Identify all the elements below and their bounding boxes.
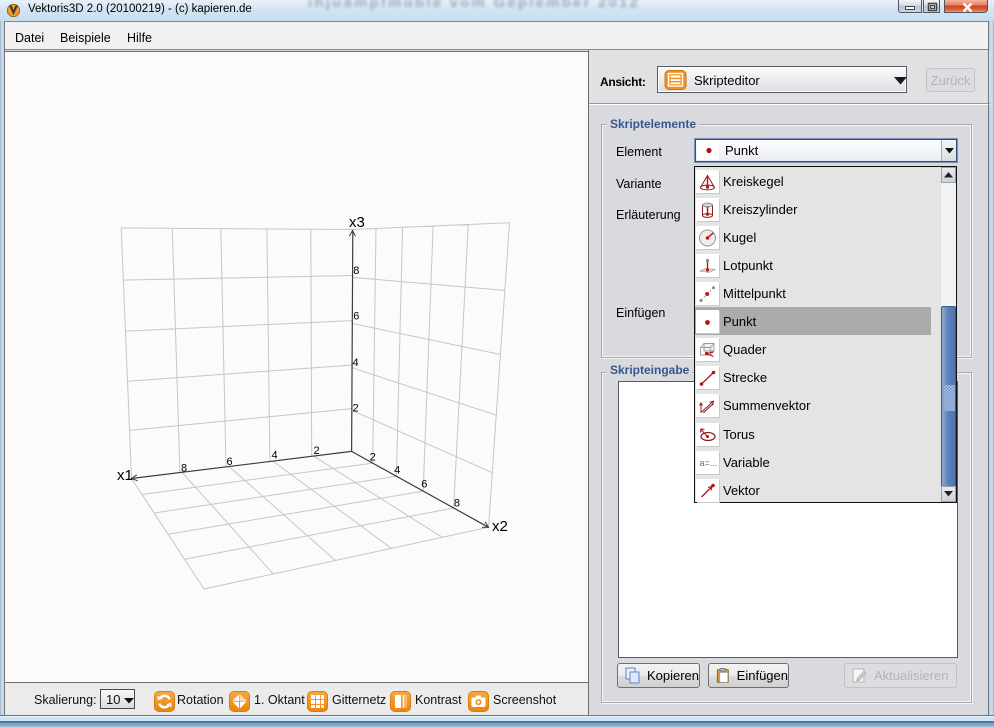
svg-text:x1: x1: [117, 467, 133, 484]
svg-text:a=...: a=...: [700, 458, 718, 468]
svg-text:8: 8: [454, 498, 460, 510]
svg-text:6: 6: [353, 311, 359, 323]
svg-text:6: 6: [421, 479, 427, 491]
svg-text:4: 4: [272, 450, 278, 462]
svg-text:2: 2: [370, 451, 376, 463]
svg-text:2: 2: [352, 403, 358, 415]
svg-text:8: 8: [353, 265, 359, 277]
svg-text:4: 4: [352, 357, 358, 369]
svg-text:8: 8: [181, 463, 187, 475]
svg-text:6: 6: [226, 456, 232, 468]
svg-text:2: 2: [313, 445, 319, 457]
svg-text:x3: x3: [349, 214, 365, 231]
svg-text:x2: x2: [492, 518, 508, 535]
svg-text:4: 4: [394, 465, 400, 477]
